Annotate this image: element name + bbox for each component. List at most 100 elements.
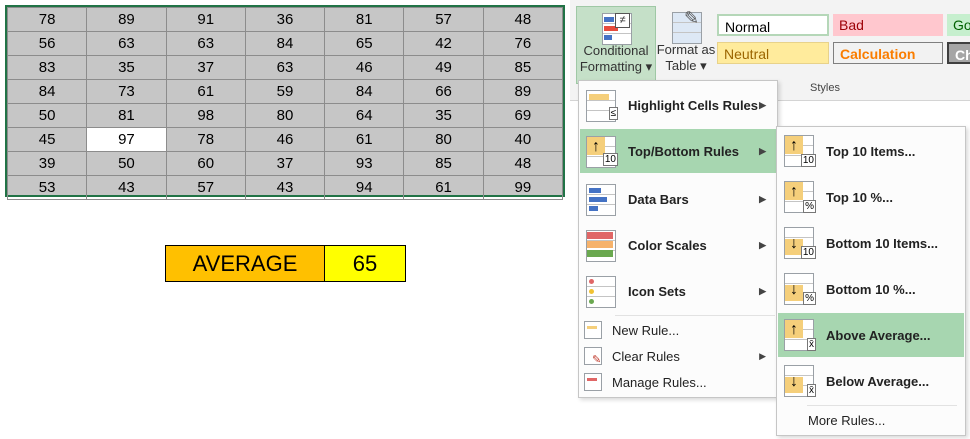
grid-cell[interactable]: 80: [244, 103, 326, 128]
grid-cell[interactable]: 85: [482, 55, 564, 80]
grid-cell[interactable]: 40: [482, 127, 564, 152]
style-normal[interactable]: Normal: [717, 14, 829, 36]
grid-cell[interactable]: 98: [165, 103, 246, 128]
grid-cell[interactable]: 69: [482, 103, 564, 128]
grid-cell[interactable]: 53: [6, 175, 88, 200]
menu-highlight-cells-rules[interactable]: ≤ Highlight Cells Rules ▶: [580, 83, 776, 127]
grid-cell[interactable]: 78: [165, 127, 246, 152]
submenu-arrow-icon: ▶: [759, 145, 766, 156]
table-row: 84 73 61 59 84 66 89: [6, 79, 564, 104]
submenu-more-rules[interactable]: More Rules...: [778, 407, 964, 433]
grid-cell[interactable]: 61: [165, 79, 246, 104]
grid-cell[interactable]: 37: [165, 55, 246, 80]
submenu-divider: [807, 405, 957, 406]
grid-cell[interactable]: 83: [6, 55, 88, 80]
menu-item-label: Manage Rules...: [612, 374, 707, 390]
grid-cell[interactable]: 81: [324, 7, 405, 32]
grid-cell[interactable]: 78: [6, 7, 88, 32]
menu-color-scales[interactable]: Color Scales ▶: [580, 223, 776, 267]
bottom-10-items-icon: ↓ 10: [782, 225, 818, 261]
grid-cell[interactable]: 84: [244, 31, 326, 56]
grid-cell[interactable]: 61: [324, 127, 405, 152]
color-scales-icon: [584, 228, 620, 262]
grid-cell[interactable]: 85: [403, 151, 484, 176]
grid-cell[interactable]: 93: [324, 151, 405, 176]
top-10-items-icon: ↑ 10: [782, 133, 818, 169]
grid-cell[interactable]: 35: [86, 55, 167, 80]
grid-cell[interactable]: 80: [403, 127, 484, 152]
grid-cell[interactable]: 43: [86, 175, 167, 200]
grid-cell[interactable]: 43: [244, 175, 326, 200]
grid-cell[interactable]: 36: [244, 7, 326, 32]
style-check-cell[interactable]: Ch: [947, 42, 970, 64]
average-value[interactable]: 65: [325, 246, 405, 281]
submenu-above-average[interactable]: ↑ x̄ Above Average...: [778, 313, 964, 357]
style-neutral[interactable]: Neutral: [717, 42, 829, 64]
submenu-bottom-10-items[interactable]: ↓ 10 Bottom 10 Items...: [778, 221, 964, 265]
grid-cell[interactable]: 45: [6, 127, 88, 152]
grid-cell[interactable]: 66: [403, 79, 484, 104]
grid-cell[interactable]: 56: [6, 31, 88, 56]
grid-cell[interactable]: 42: [403, 31, 484, 56]
grid-cell[interactable]: 39: [6, 151, 88, 176]
grid-cell[interactable]: 81: [86, 103, 167, 128]
table-row: 56 63 63 84 65 42 76: [6, 31, 564, 56]
grid-cell[interactable]: 37: [244, 151, 326, 176]
grid-cell[interactable]: 94: [324, 175, 405, 200]
submenu-top-10-items[interactable]: ↑ 10 Top 10 Items...: [778, 129, 964, 173]
menu-new-rule[interactable]: New Rule...: [580, 317, 776, 343]
grid-cell[interactable]: 84: [6, 79, 88, 104]
grid-cell[interactable]: 60: [165, 151, 246, 176]
grid-cell[interactable]: 61: [403, 175, 484, 200]
style-calculation[interactable]: Calculation: [833, 42, 943, 64]
menu-clear-rules[interactable]: ✎ Clear Rules ▶: [580, 343, 776, 369]
format-as-table-label-1: Format as: [656, 42, 716, 57]
grid-cell[interactable]: 48: [482, 151, 564, 176]
grid-cell[interactable]: 46: [324, 55, 405, 80]
grid-cell[interactable]: 48: [482, 7, 564, 32]
grid-cell[interactable]: 99: [482, 175, 564, 200]
grid-cell[interactable]: 63: [244, 55, 326, 80]
grid-cell[interactable]: 91: [165, 7, 246, 32]
grid-cell[interactable]: 50: [6, 103, 88, 128]
grid-cell[interactable]: 46: [244, 127, 326, 152]
conditional-formatting-button[interactable]: ≠ Conditional Formatting ▾: [576, 6, 656, 84]
grid-cell[interactable]: 76: [482, 31, 564, 56]
submenu-top-10-percent[interactable]: ↑% Top 10 %...: [778, 175, 964, 219]
format-as-table-button[interactable]: ✎ Format as Table ▾: [656, 6, 716, 82]
grid-cell[interactable]: 50: [86, 151, 167, 176]
manage-rules-icon: [584, 373, 604, 391]
grid-cell[interactable]: 89: [86, 7, 167, 32]
grid-cell[interactable]: 57: [165, 175, 246, 200]
menu-icon-sets[interactable]: Icon Sets ▶: [580, 269, 776, 313]
style-bad[interactable]: Bad: [833, 14, 943, 36]
grid-cell[interactable]: 57: [403, 7, 484, 32]
grid-cell[interactable]: 64: [324, 103, 405, 128]
grid-cell[interactable]: 84: [324, 79, 405, 104]
average-label[interactable]: AVERAGE: [166, 246, 325, 281]
data-table: 78 89 91 36 81 57 48 56 63 63 84 65 42 76 83 35 37 63 46 49…: [6, 7, 564, 200]
conditional-formatting-menu: ≤ Highlight Cells Rules ▶ ↑ 10 Top/Bottom…: [578, 80, 778, 398]
menu-item-label: Data Bars: [628, 191, 689, 207]
top-bottom-icon: ↑ 10: [584, 134, 620, 168]
grid-cell[interactable]: 97: [86, 127, 167, 152]
grid-cell[interactable]: 59: [244, 79, 326, 104]
menu-top-bottom-rules[interactable]: ↑ 10 Top/Bottom Rules ▶: [580, 129, 776, 173]
menu-data-bars[interactable]: Data Bars ▶: [580, 177, 776, 221]
grid-cell[interactable]: 73: [86, 79, 167, 104]
grid-cell[interactable]: 49: [403, 55, 484, 80]
top-10-percent-icon: ↑%: [782, 179, 818, 215]
new-rule-icon: [584, 321, 604, 339]
grid-cell[interactable]: 89: [482, 79, 564, 104]
grid-cell[interactable]: 63: [165, 31, 246, 56]
grid-cell[interactable]: 65: [324, 31, 405, 56]
styles-group-label: Styles: [810, 82, 840, 94]
menu-manage-rules[interactable]: Manage Rules...: [580, 369, 776, 395]
grid-cell[interactable]: 63: [86, 31, 167, 56]
submenu-item-label: Bottom 10 %...: [826, 281, 916, 297]
grid-cell[interactable]: 35: [403, 103, 484, 128]
submenu-bottom-10-percent[interactable]: ↓% Bottom 10 %...: [778, 267, 964, 311]
style-good[interactable]: Go: [947, 14, 970, 36]
submenu-item-label: Bottom 10 Items...: [826, 235, 938, 251]
submenu-below-average[interactable]: ↓ x̄ Below Average...: [778, 359, 964, 403]
